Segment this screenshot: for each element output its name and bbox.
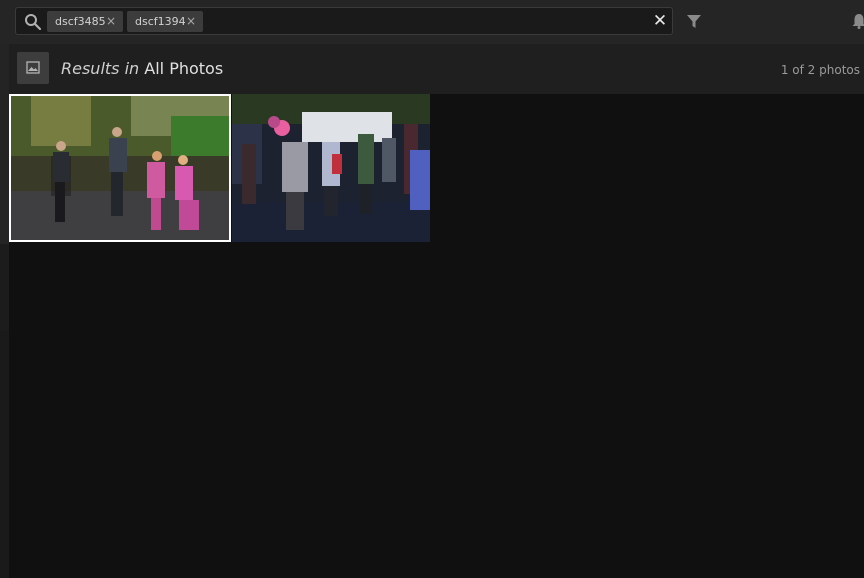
sidebar-strip [0,44,9,578]
filter-icon[interactable] [687,15,701,29]
search-tag-label: dscf1394 [135,15,186,28]
results-count: 1 of 2 photos [780,63,860,77]
photo-runners [11,96,229,240]
collection-button[interactable] [17,52,49,84]
sidebar-segment [0,44,9,244]
photo-thumbnail-dscf3485[interactable] [9,94,231,242]
results-prefix: Results in [61,59,140,78]
remove-tag-icon[interactable]: × [186,11,196,32]
results-header: Results in All Photos 1 of 2 photos [9,44,864,94]
search-icon [25,14,42,31]
collection-name[interactable]: All Photos [144,59,223,78]
top-bar: dscf3485 × dscf1394 × ✕ [0,0,864,44]
photo-grid [9,94,864,578]
search-tag-label: dscf3485 [55,15,106,28]
results-title: Results in All Photos [61,59,223,78]
sidebar-segment [0,331,9,578]
remove-tag-icon[interactable]: × [106,11,116,32]
clear-search-button[interactable]: ✕ [652,13,668,30]
search-tag-dscf1394[interactable]: dscf1394 × [127,11,203,32]
search-tag-dscf3485[interactable]: dscf3485 × [47,11,123,32]
image-icon [26,61,40,74]
bell-icon[interactable] [852,13,864,29]
search-box[interactable]: dscf3485 × dscf1394 × ✕ [15,7,673,35]
photo-thumbnail-dscf1394[interactable] [232,94,430,242]
photo-crowd [232,94,430,242]
